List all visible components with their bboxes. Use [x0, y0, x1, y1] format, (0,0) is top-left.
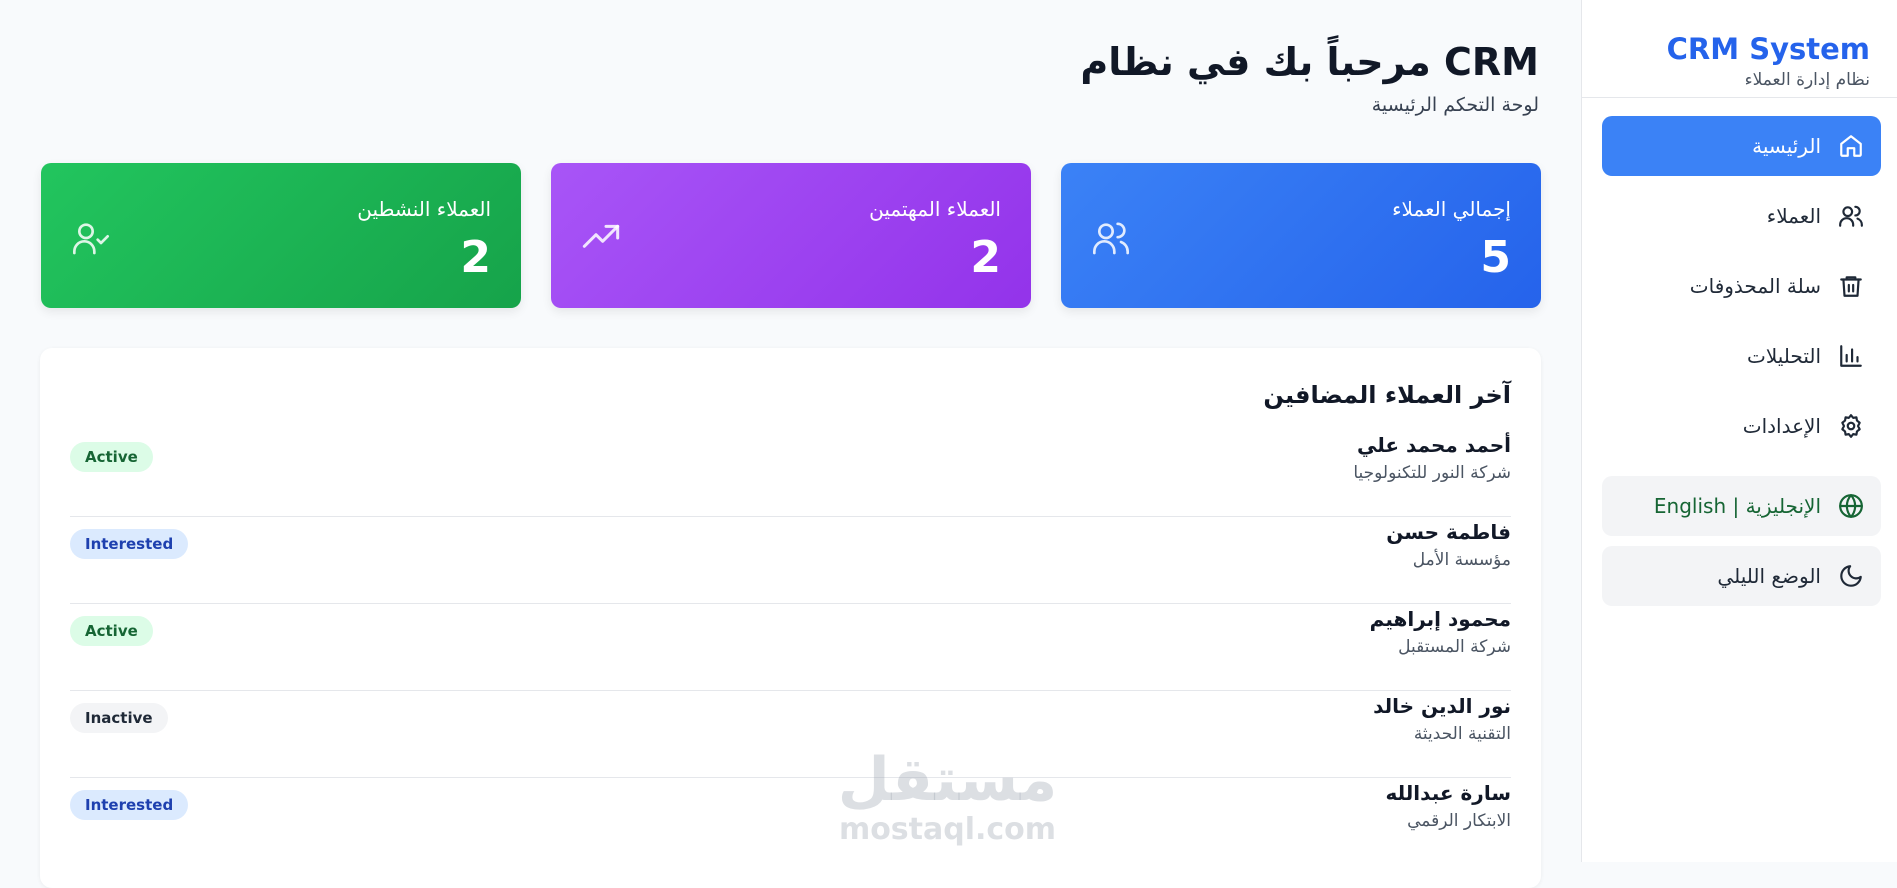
sidebar-item-customers[interactable]: العملاء: [1602, 186, 1881, 246]
customer-company: التقنية الحديثة: [1413, 724, 1511, 744]
bar-chart-icon: [1837, 342, 1865, 370]
globe-icon: [1837, 492, 1865, 520]
dark-mode-toggle[interactable]: الوضع الليلي: [1602, 546, 1881, 606]
sidebar-item-settings[interactable]: الإعدادات: [1602, 396, 1881, 456]
recent-customers-list: أحمد محمد علي شركة النور للتكنولوجيا Act…: [70, 430, 1511, 864]
language-toggle-label: English | الإنجليزية: [1653, 494, 1821, 518]
status-badge: Interested: [70, 790, 189, 820]
customer-company: الابتكار الرقمي: [1407, 811, 1511, 831]
sidebar-item-trash[interactable]: سلة المحذوفات: [1602, 256, 1881, 316]
sidebar-item-home[interactable]: الرئيسية: [1602, 116, 1881, 176]
brand-subtitle: نظام إدارة العملاء: [1744, 70, 1870, 90]
customer-name: فاطمة حسن: [1386, 520, 1511, 544]
stat-card-active-customers: العملاء النشطين 2: [41, 163, 521, 308]
stat-card-interested-customers: العملاء المهتمين 2: [551, 163, 1031, 308]
users-icon: [1091, 218, 1131, 258]
status-badge: Inactive: [70, 703, 168, 733]
status-badge: Active: [70, 442, 153, 472]
customer-name: سارة عبدالله: [1385, 781, 1512, 805]
list-item[interactable]: محمود إبراهيم شركة المستقبل Active: [70, 604, 1511, 691]
stats-cards: إجمالي العملاء 5 العملاء المهتمين 2 العم…: [40, 163, 1541, 308]
sidebar-item-label: الإعدادات: [1742, 414, 1821, 438]
customer-name: أحمد محمد علي: [1357, 433, 1511, 457]
sidebar-nav: الرئيسية العملاء سلة المحذوفات التحليلات…: [1582, 98, 1897, 606]
sidebar-item-label: العملاء: [1766, 204, 1821, 228]
stat-label: إجمالي العملاء: [1392, 197, 1511, 221]
list-item[interactable]: نور الدين خالد التقنية الحديثة Inactive: [70, 691, 1511, 778]
trash-icon: [1837, 272, 1865, 300]
list-item[interactable]: أحمد محمد علي شركة النور للتكنولوجيا Act…: [70, 430, 1511, 517]
customer-name: محمود إبراهيم: [1369, 607, 1511, 631]
status-badge: Active: [70, 616, 153, 646]
list-item[interactable]: فاطمة حسن مؤسسة الأمل Interested: [70, 517, 1511, 604]
brand-title: CRM System: [1666, 32, 1870, 66]
users-icon: [1837, 202, 1865, 230]
sidebar-item-label: الرئيسية: [1752, 134, 1821, 158]
page-title: مرحباً بك في نظام CRM: [1080, 40, 1539, 84]
customer-name: نور الدين خالد: [1373, 694, 1511, 718]
page-header: مرحباً بك في نظام CRM لوحة التحكم الرئيس…: [1080, 38, 1539, 116]
panel-title: آخر العملاء المضافين: [1263, 381, 1511, 409]
dark-mode-toggle-label: الوضع الليلي: [1717, 564, 1821, 588]
sidebar-item-analytics[interactable]: التحليلات: [1602, 326, 1881, 386]
stat-label: العملاء النشطين: [357, 197, 491, 221]
home-icon: [1837, 132, 1865, 160]
stat-card-total-customers: إجمالي العملاء 5: [1061, 163, 1541, 308]
sidebar: CRM System نظام إدارة العملاء الرئيسية ا…: [1581, 0, 1897, 862]
list-item[interactable]: سارة عبدالله الابتكار الرقمي Interested: [70, 778, 1511, 864]
customer-company: مؤسسة الأمل: [1412, 550, 1511, 570]
brand: CRM System نظام إدارة العملاء: [1582, 0, 1897, 98]
sidebar-item-label: سلة المحذوفات: [1689, 274, 1821, 298]
main-content: مرحباً بك في نظام CRM لوحة التحكم الرئيس…: [0, 0, 1581, 888]
page-subtitle: لوحة التحكم الرئيسية: [1371, 94, 1539, 116]
sidebar-item-label: التحليلات: [1746, 344, 1821, 368]
stat-value: 5: [1480, 232, 1511, 283]
trending-up-icon: [581, 218, 621, 258]
language-toggle[interactable]: English | الإنجليزية: [1602, 476, 1881, 536]
stat-value: 2: [460, 232, 491, 283]
stat-label: العملاء المهتمين: [869, 197, 1001, 221]
user-check-icon: [71, 218, 111, 258]
gear-icon: [1837, 412, 1865, 440]
status-badge: Interested: [70, 529, 189, 559]
customer-company: شركة المستقبل: [1398, 637, 1511, 657]
moon-icon: [1837, 562, 1865, 590]
recent-customers-panel: آخر العملاء المضافين أحمد محمد علي شركة …: [40, 348, 1541, 888]
customer-company: شركة النور للتكنولوجيا: [1353, 463, 1511, 483]
nav-separator: [1602, 466, 1881, 476]
stat-value: 2: [970, 232, 1001, 283]
